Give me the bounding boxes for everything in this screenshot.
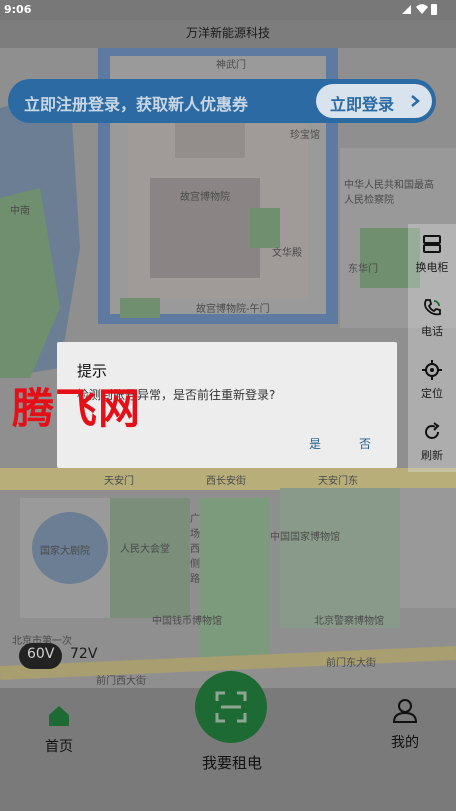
nav-home-label: 首页 [45, 739, 73, 755]
map-label: 广场西侧路 [190, 514, 200, 585]
map-label: 中国国家博物馆 [270, 532, 340, 543]
promo-banner[interactable]: 立即注册登录，获取新人优惠券 立即登录 [8, 79, 436, 123]
map-label: 中国钱币博物馆 [152, 616, 222, 627]
cabinet-icon [423, 235, 441, 253]
map-label: 西长安街 [206, 476, 246, 487]
nav-mine[interactable]: 我的 [382, 698, 428, 752]
map-label: 文华殿 [272, 248, 302, 259]
map-label: 天安门东 [318, 476, 358, 487]
nav-home[interactable]: 首页 [36, 704, 82, 756]
map-tools: 换电柜 电话 定位 刷新 [408, 224, 456, 472]
app-title: 万洋新能源科技 [185, 26, 270, 40]
map-label: 北京警察博物馆 [314, 616, 384, 627]
locate-icon [422, 360, 442, 380]
watermark: 腾飞网 [12, 384, 142, 433]
chevron-right-icon [411, 95, 420, 107]
voltage-option-60v[interactable]: 60V [19, 643, 63, 669]
map-label: 天安门 [104, 476, 134, 487]
map-label: 故宫博物院-午门 [196, 304, 270, 315]
tool-label: 换电柜 [415, 261, 449, 274]
tool-label: 刷新 [421, 449, 443, 462]
tool-label: 定位 [421, 387, 443, 400]
nav-mine-label: 我的 [391, 735, 419, 751]
map-label: 人民大会堂 [120, 544, 170, 555]
phone-icon [424, 299, 441, 316]
status-time: 9:06 [4, 3, 32, 16]
scan-button[interactable] [195, 671, 267, 743]
promo-text: 立即注册登录，获取新人优惠券 [24, 95, 249, 114]
login-button-label: 立即登录 [330, 95, 395, 114]
status-icons [402, 4, 437, 15]
scan-icon [215, 691, 247, 723]
tool-locate[interactable]: 定位 [408, 350, 456, 412]
user-icon [392, 699, 418, 723]
voltage-option-72v[interactable]: 72V [62, 643, 105, 669]
tool-refresh[interactable]: 刷新 [408, 412, 456, 474]
status-bar: 9:06 [0, 0, 456, 20]
map-label: 国家大剧院 [40, 546, 90, 557]
map-label: 神武门 [216, 60, 246, 71]
refresh-icon [425, 422, 440, 439]
scan-label: 我要租电 [201, 754, 262, 772]
map-label: 中华人民共和国最高人民检察院 [344, 180, 434, 206]
map-label: 东华门 [348, 264, 378, 275]
map-label: 珍宝馆 [290, 130, 320, 141]
tool-cabinet[interactable]: 换电柜 [408, 224, 456, 286]
map-label: 故宫博物院 [180, 192, 230, 203]
map-label: 中南 [10, 206, 30, 217]
map-label: 前门东大街 [326, 658, 376, 669]
login-button[interactable]: 立即登录 [316, 84, 432, 118]
home-icon [49, 706, 69, 726]
dialog-no-button[interactable]: 否 [359, 435, 371, 452]
map-label: 前门西大街 [96, 676, 146, 687]
dialog-yes-button[interactable]: 是 [309, 435, 321, 452]
tool-phone[interactable]: 电话 [408, 288, 456, 350]
tool-label: 电话 [421, 325, 443, 338]
